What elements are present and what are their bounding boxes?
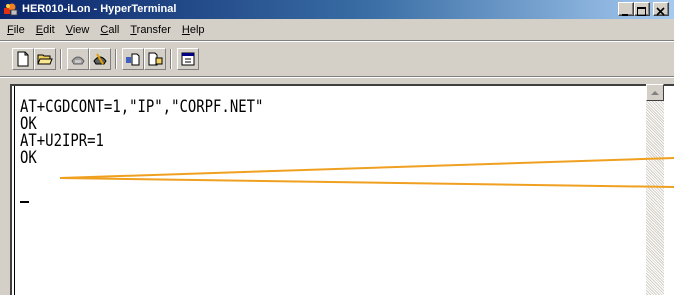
minimize-button[interactable] xyxy=(618,2,634,16)
menu-edit-accel: E xyxy=(35,24,44,36)
close-icon xyxy=(656,7,665,16)
toolbar-separator xyxy=(0,76,674,78)
menu-view-accel: V xyxy=(65,24,73,36)
toolbar xyxy=(0,43,674,77)
menu-help-rest: elp xyxy=(189,24,205,36)
title-bar[interactable]: HER010-iLon - HyperTerminal xyxy=(0,0,674,19)
scroll-up-button[interactable] xyxy=(646,84,664,101)
receive-icon xyxy=(148,52,163,66)
scroll-up-icon xyxy=(651,91,659,95)
receive-button[interactable] xyxy=(144,48,166,70)
terminal-screen[interactable]: AT+CGDCONT=1,"IP","CORPF.NET" OK AT+U2IP… xyxy=(14,86,656,295)
new-icon xyxy=(17,51,29,67)
toolbar-divider xyxy=(60,49,62,69)
properties-icon xyxy=(181,52,195,66)
call-button[interactable] xyxy=(67,48,89,70)
menu-separator xyxy=(0,40,674,42)
terminal-line: AT+U2IPR=1 xyxy=(20,131,104,151)
menu-edit-rest: dit xyxy=(43,24,55,36)
open-button[interactable] xyxy=(34,48,56,70)
disconnect-icon xyxy=(93,53,107,65)
hyperterminal-window: HER010-iLon - HyperTerminal File Edit Vi… xyxy=(0,0,674,295)
menu-file-rest: ile xyxy=(13,24,25,36)
terminal-output: AT+CGDCONT=1,"IP","CORPF.NET" OK AT+U2IP… xyxy=(20,99,317,167)
properties-button[interactable] xyxy=(177,48,199,70)
menu-transfer-rest: ransfer xyxy=(136,24,171,36)
toolbar-divider xyxy=(115,49,117,69)
maximize-icon xyxy=(637,7,646,16)
menu-file[interactable]: File xyxy=(2,21,31,39)
toolbar-divider xyxy=(170,49,172,69)
terminal-frame: AT+CGDCONT=1,"IP","CORPF.NET" OK AT+U2IP… xyxy=(10,84,674,295)
minimize-icon xyxy=(622,14,628,16)
window-title: HER010-iLon - HyperTerminal xyxy=(22,3,177,15)
hyperterminal-icon xyxy=(4,3,18,16)
vertical-scrollbar[interactable] xyxy=(646,84,664,295)
maximize-button[interactable] xyxy=(634,2,650,16)
send-icon xyxy=(126,53,140,66)
terminal-line: AT+CGDCONT=1,"IP","CORPF.NET" xyxy=(20,97,264,117)
menu-file-accel: F xyxy=(7,24,14,36)
menu-view-rest: iew xyxy=(72,24,90,36)
menu-help-accel: H xyxy=(181,24,190,36)
terminal-line: OK xyxy=(20,148,37,168)
open-icon xyxy=(37,54,53,65)
text-cursor xyxy=(20,201,29,203)
close-button[interactable] xyxy=(653,2,669,16)
disconnect-button[interactable] xyxy=(89,48,111,70)
menu-view[interactable]: View xyxy=(61,21,96,39)
menu-transfer[interactable]: Transfer xyxy=(125,21,177,39)
call-icon xyxy=(71,56,85,65)
menu-call-rest: all xyxy=(108,24,120,36)
menu-call[interactable]: Call xyxy=(95,21,125,39)
send-button[interactable] xyxy=(122,48,144,70)
menu-edit[interactable]: Edit xyxy=(31,21,61,39)
menu-help[interactable]: Help xyxy=(177,21,211,39)
menu-bar: File Edit View Call Transfer Help xyxy=(0,20,674,40)
new-button[interactable] xyxy=(12,48,34,70)
